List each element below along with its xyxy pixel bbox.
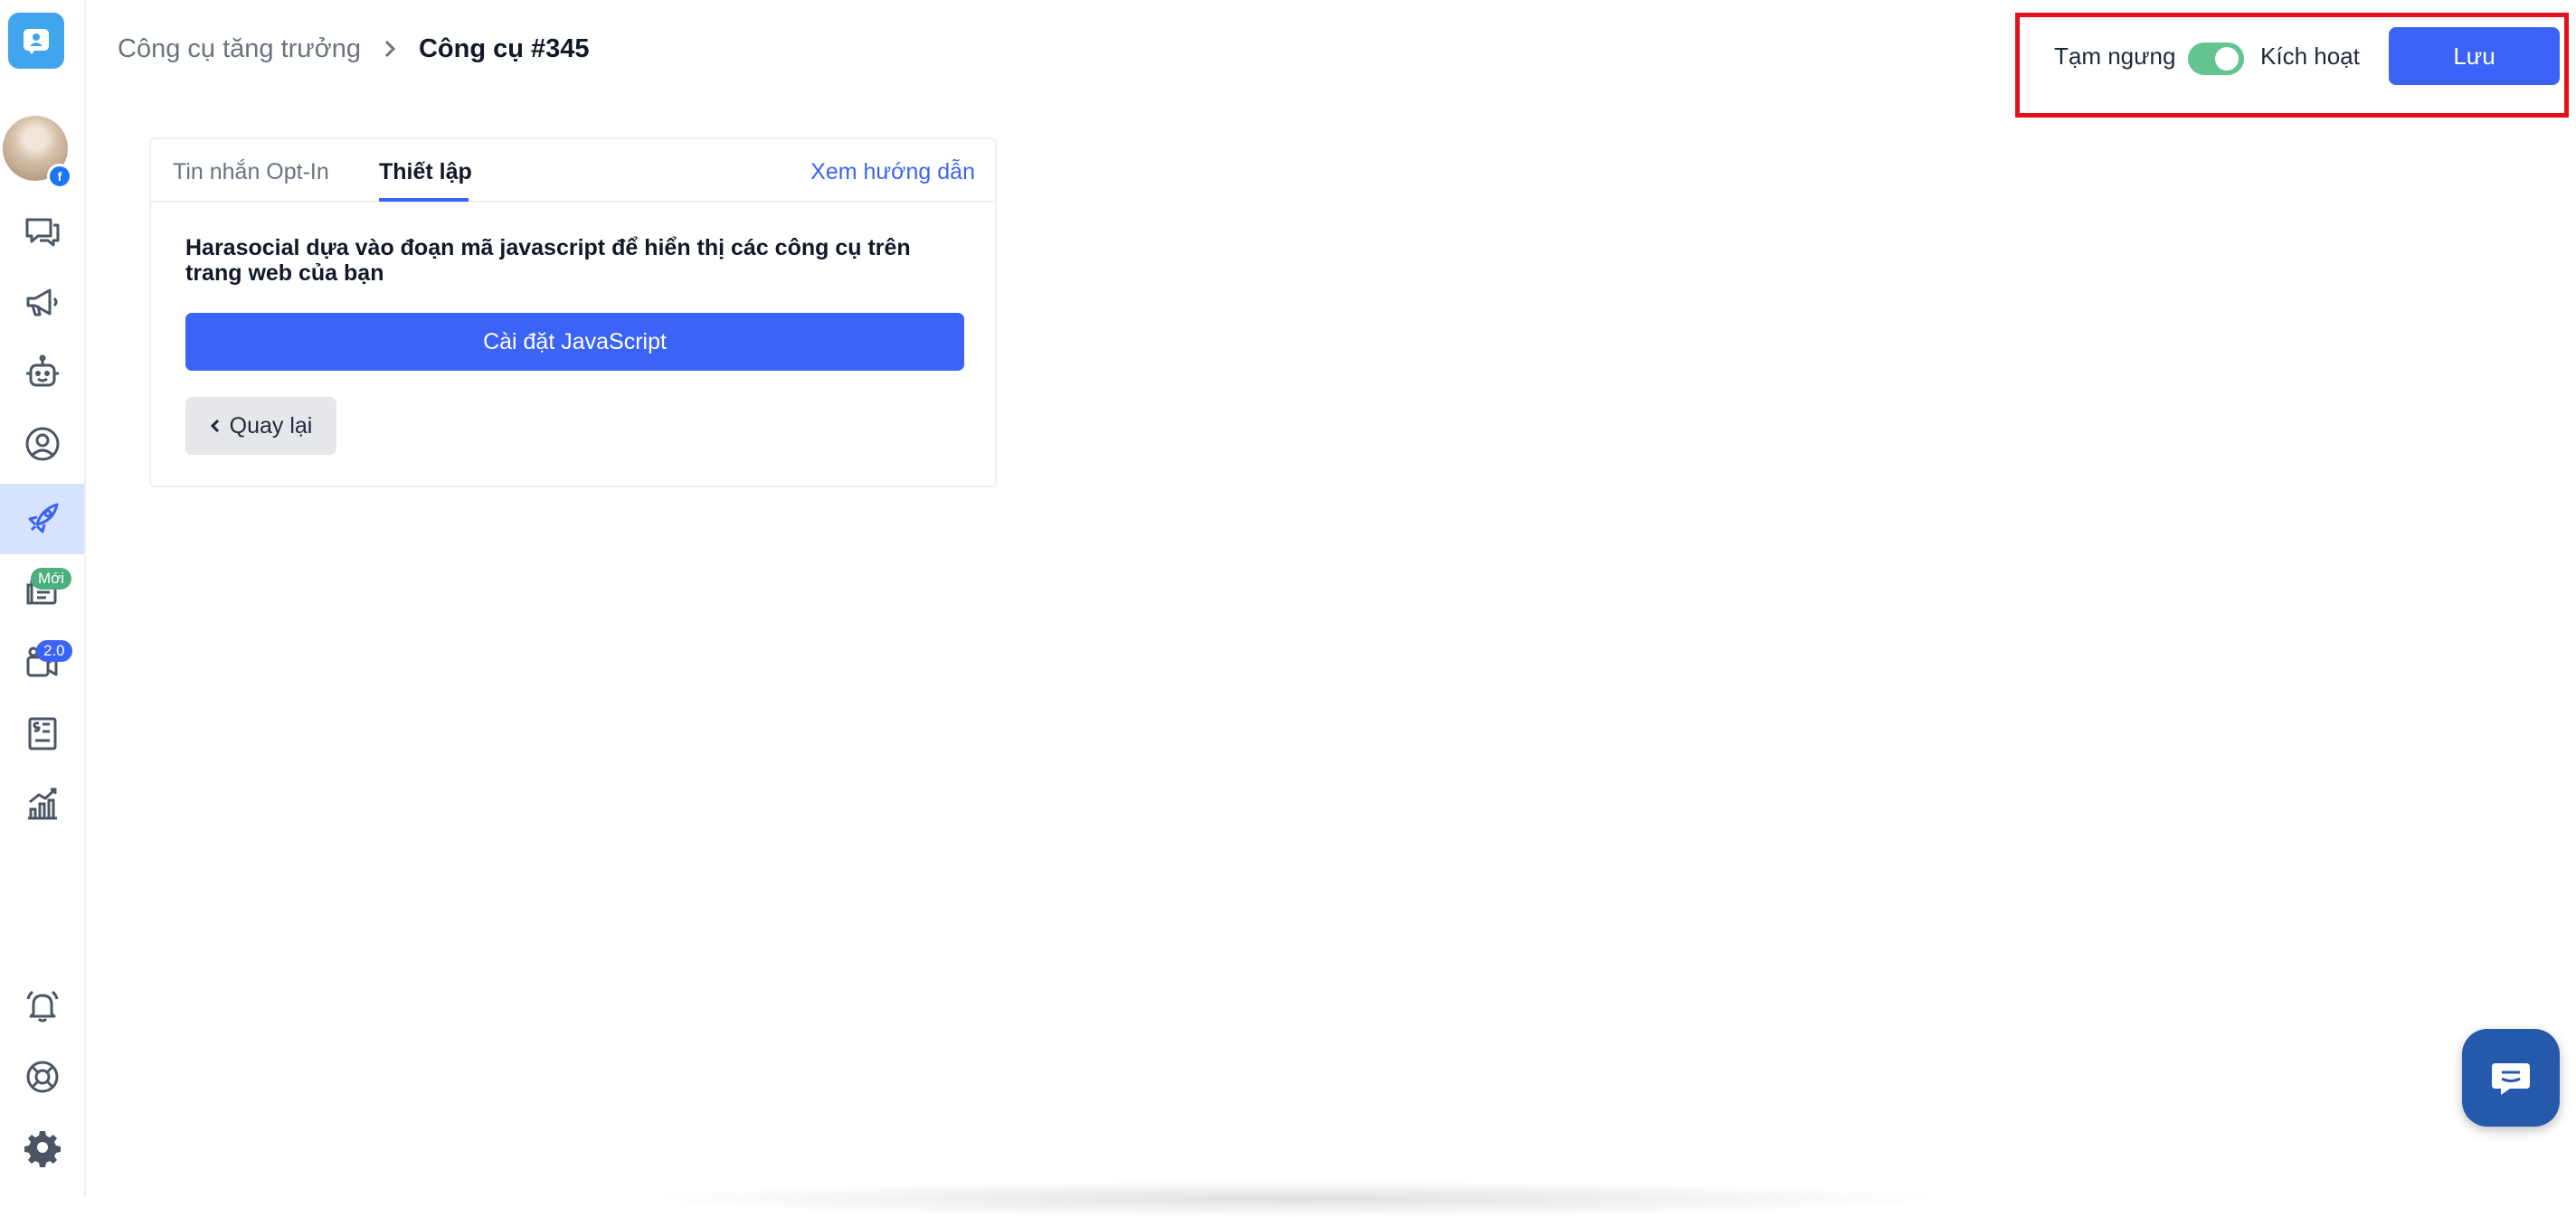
- contact-card-icon: [24, 29, 49, 54]
- tab-bar: Tin nhắn Opt-In Thiết lập Xem hướng dẫn: [151, 139, 995, 203]
- sidebar-item-conversations[interactable]: [0, 197, 84, 268]
- app-logo[interactable]: [8, 13, 64, 69]
- sidebar-item-news[interactable]: [0, 555, 84, 626]
- status-off-label: Tạm ngưng: [2054, 42, 2176, 70]
- sidebar-item-reports[interactable]: [0, 769, 84, 839]
- back-button[interactable]: Quay lại: [185, 397, 336, 455]
- sidebar-item-settings[interactable]: [0, 1112, 84, 1183]
- chat-icon: [25, 218, 59, 247]
- sidebar-item-bot[interactable]: [0, 338, 84, 409]
- breadcrumb: Công cụ tăng trưởng Công cụ #345: [118, 31, 590, 67]
- page-title: Công cụ #345: [418, 33, 590, 63]
- megaphone-icon: [26, 288, 57, 316]
- user-circle-icon: [25, 427, 59, 461]
- bot-icon: [25, 354, 59, 387]
- sidebar-item-support[interactable]: [0, 1042, 84, 1112]
- setup-card: Tin nhắn Opt-In Thiết lập Xem hướng dẫn …: [149, 137, 997, 487]
- save-button[interactable]: Lưu: [2389, 27, 2560, 85]
- sidebar-item-billing[interactable]: [0, 698, 84, 769]
- setup-description: Harasocial dựa vào đoạn mã javascript để…: [185, 235, 911, 286]
- sidebar-item-notifications[interactable]: [0, 971, 84, 1042]
- back-button-label: Quay lại: [229, 412, 313, 439]
- status-on-label: Kích hoạt: [2260, 42, 2360, 70]
- chevron-left-icon: [210, 419, 219, 433]
- gear-icon: [24, 1131, 61, 1167]
- facebook-icon: f: [47, 164, 72, 189]
- lifebuoy-icon: [26, 1061, 58, 1093]
- version-badge: 2.0: [36, 640, 72, 662]
- chat-widget-button[interactable]: [2462, 1029, 2560, 1127]
- toggle-knob: [2215, 47, 2239, 71]
- sidebar-item-video[interactable]: [0, 627, 84, 698]
- tab-opt-in-message[interactable]: Tin nhắn Opt-In: [173, 159, 329, 185]
- rocket-icon: [28, 503, 58, 533]
- sidebar: f Mới 2.0: [0, 0, 86, 1197]
- view-guide-link[interactable]: Xem hướng dẫn: [810, 159, 975, 185]
- chevron-right-icon: [383, 39, 397, 59]
- chat-bubble-icon: [2492, 1063, 2530, 1095]
- bottom-shadow: [633, 1181, 1954, 1217]
- sidebar-item-broadcast[interactable]: [0, 268, 84, 338]
- active-tab-indicator: [379, 198, 469, 202]
- chart-icon: [27, 788, 57, 820]
- activation-toggle[interactable]: [2188, 42, 2244, 75]
- install-javascript-button[interactable]: Cài đặt JavaScript: [185, 313, 964, 371]
- sidebar-item-growth-tools[interactable]: [0, 484, 84, 554]
- invoice-icon: [28, 717, 56, 750]
- bell-icon: [26, 990, 58, 1023]
- tab-setup[interactable]: Thiết lập: [379, 159, 472, 185]
- sidebar-item-customers[interactable]: [0, 409, 84, 479]
- new-badge: Mới: [31, 568, 72, 590]
- breadcrumb-parent[interactable]: Công cụ tăng trưởng: [118, 34, 361, 64]
